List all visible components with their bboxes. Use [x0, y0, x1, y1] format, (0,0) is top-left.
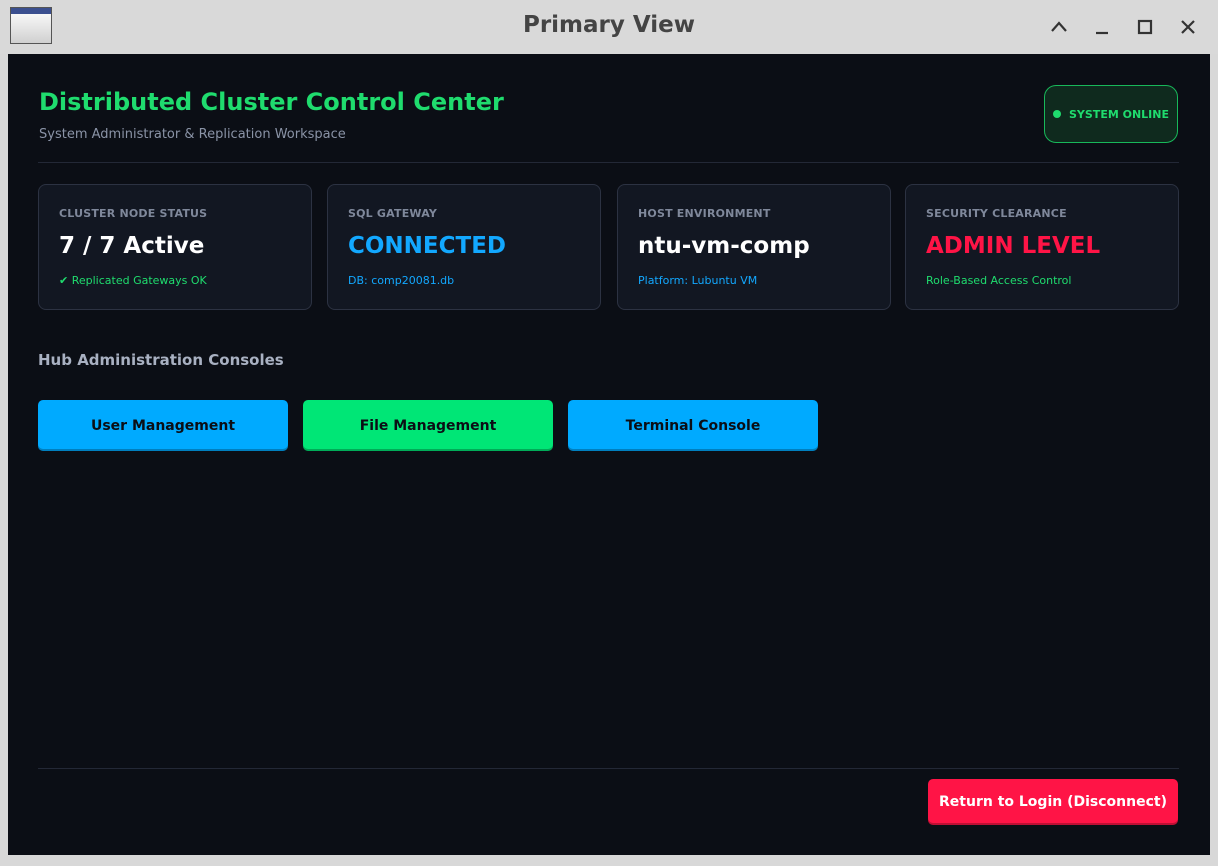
- maximize-icon[interactable]: [1130, 12, 1160, 42]
- card-label: SQL GATEWAY: [348, 207, 438, 220]
- card-label: HOST ENVIRONMENT: [638, 207, 771, 220]
- return-to-login-button[interactable]: Return to Login (Disconnect): [928, 779, 1178, 825]
- card-value: 7 / 7 Active: [59, 233, 205, 259]
- page-title: Distributed Cluster Control Center: [39, 88, 504, 116]
- card-note: ✔ Replicated Gateways OK: [59, 274, 207, 287]
- main-window: Distributed Cluster Control Center Syste…: [8, 54, 1210, 855]
- section-title: Hub Administration Consoles: [38, 351, 284, 369]
- chevron-up-icon[interactable]: [1044, 12, 1074, 42]
- card-note: DB: comp20081.db: [348, 274, 455, 287]
- close-icon[interactable]: [1173, 12, 1203, 42]
- card-value: CONNECTED: [348, 233, 507, 259]
- status-badge: SYSTEM ONLINE: [1044, 85, 1178, 143]
- card-label: CLUSTER NODE STATUS: [59, 207, 208, 220]
- file-management-button[interactable]: File Management: [303, 400, 553, 451]
- minimize-icon[interactable]: [1087, 12, 1117, 42]
- page-subtitle: System Administrator & Replication Works…: [39, 127, 346, 142]
- card-value: ntu-vm-comp: [638, 233, 810, 259]
- terminal-console-button[interactable]: Terminal Console: [568, 400, 818, 451]
- window-title: Primary View: [522, 12, 696, 38]
- card-note: Platform: Lubuntu VM: [638, 274, 758, 287]
- card-cluster-node-status: CLUSTER NODE STATUS 7 / 7 Active ✔ Repli…: [38, 184, 312, 310]
- status-dot-icon: [1053, 110, 1061, 118]
- card-security-clearance: SECURITY CLEARANCE ADMIN LEVEL Role-Base…: [905, 184, 1179, 310]
- card-value: ADMIN LEVEL: [926, 233, 1101, 259]
- title-bar: Primary View: [0, 0, 1218, 54]
- card-sql-gateway: SQL GATEWAY CONNECTED DB: comp20081.db: [327, 184, 601, 310]
- card-host-environment: HOST ENVIRONMENT ntu-vm-comp Platform: L…: [617, 184, 891, 310]
- status-badge-label: SYSTEM ONLINE: [1069, 107, 1169, 121]
- user-management-button[interactable]: User Management: [38, 400, 288, 451]
- card-note: Role-Based Access Control: [926, 274, 1072, 287]
- header-divider: [38, 162, 1179, 163]
- footer-divider: [38, 768, 1179, 769]
- card-label: SECURITY CLEARANCE: [926, 207, 1067, 220]
